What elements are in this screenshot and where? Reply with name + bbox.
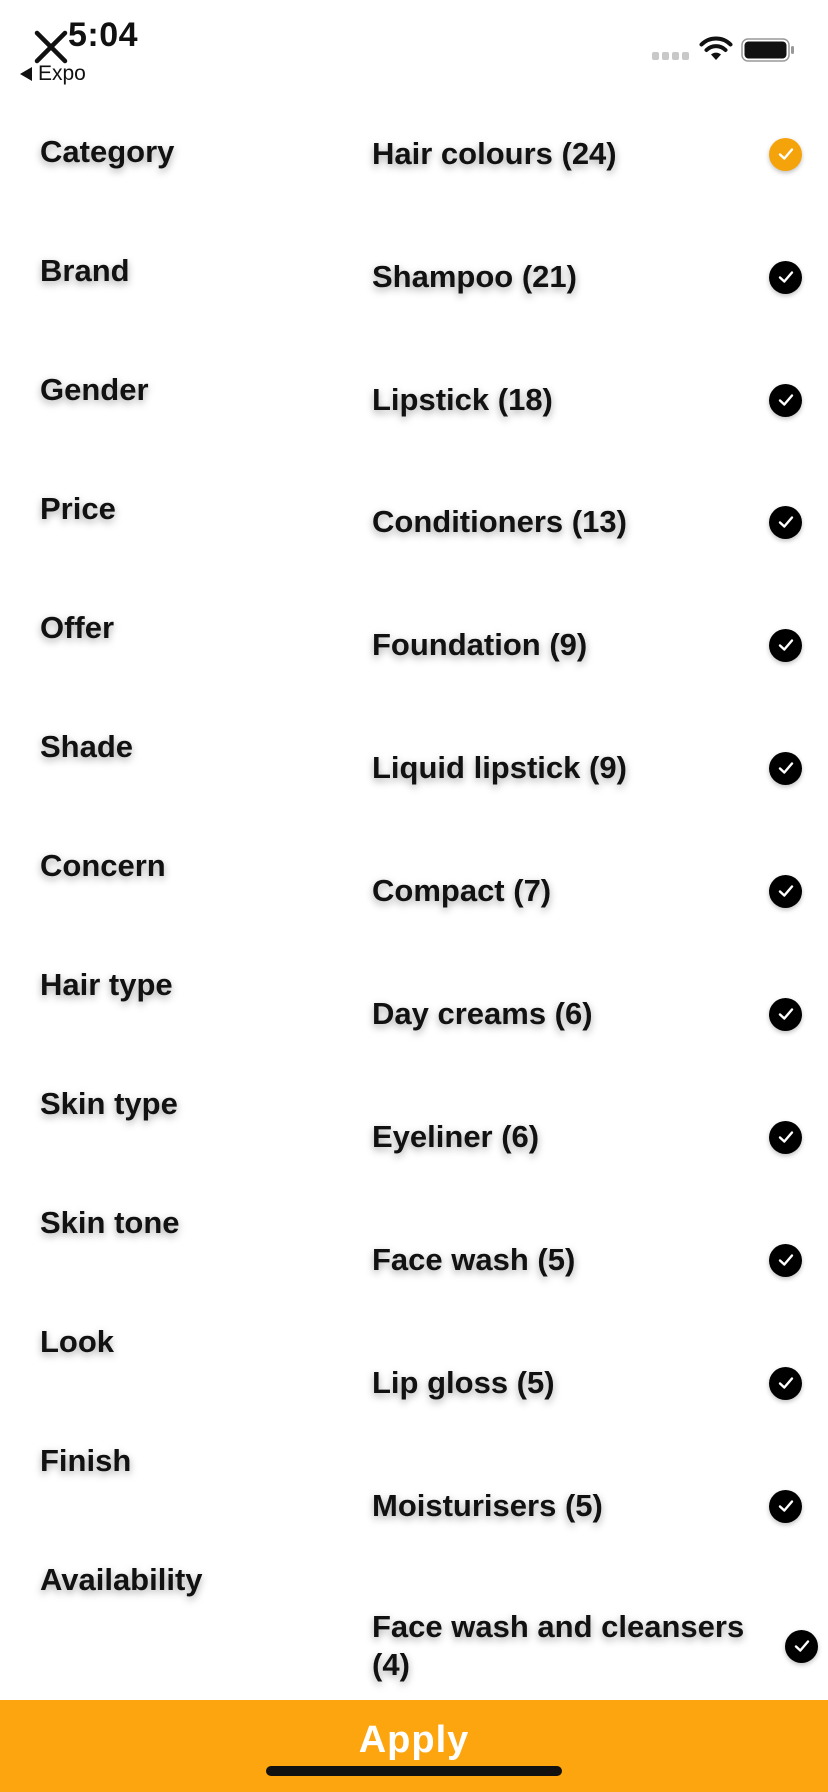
option-row[interactable]: Compact (7) (372, 870, 802, 912)
apply-button[interactable]: Apply (0, 1700, 828, 1792)
check-circle-icon (769, 1120, 802, 1154)
category-tab-hair-type[interactable]: Hair type (40, 960, 173, 1010)
option-row[interactable]: Face wash and cleansers (4) (372, 1606, 818, 1686)
option-label: Compact (7) (372, 873, 552, 908)
category-tab-shade[interactable]: Shade (40, 722, 133, 772)
option-label: Lip gloss (5) (372, 1365, 555, 1400)
category-tab-brand[interactable]: Brand (40, 246, 130, 296)
option-label: Day creams (6) (372, 996, 593, 1031)
option-row[interactable]: Liquid lipstick (9) (372, 747, 802, 789)
option-row[interactable]: Moisturisers (5) (372, 1485, 802, 1527)
wifi-icon (699, 36, 733, 60)
option-row[interactable]: Conditioners (13) (372, 501, 802, 543)
category-tab-concern[interactable]: Concern (40, 841, 166, 891)
option-label: Face wash and cleansers (4) (372, 1609, 745, 1682)
back-to-expo-link[interactable]: Expo (20, 62, 86, 86)
option-label: Foundation (9) (372, 627, 588, 662)
option-label: Shampoo (21) (372, 259, 577, 294)
check-circle-icon (769, 997, 802, 1031)
option-label: Conditioners (13) (372, 504, 627, 539)
option-label: Lipstick (18) (372, 382, 553, 417)
category-tab-offer[interactable]: Offer (40, 603, 114, 653)
check-circle-icon (769, 505, 802, 539)
option-label: Liquid lipstick (9) (372, 750, 627, 785)
option-label: Eyeliner (6) (372, 1119, 540, 1154)
option-row[interactable]: Lip gloss (5) (372, 1362, 802, 1404)
option-row[interactable]: Face wash (5) (372, 1239, 802, 1281)
battery-icon (741, 38, 794, 62)
category-tab-finish[interactable]: Finish (40, 1436, 131, 1486)
option-row[interactable]: Day creams (6) (372, 993, 802, 1035)
close-icon[interactable] (34, 30, 68, 64)
option-row[interactable]: Foundation (9) (372, 624, 802, 666)
check-circle-icon (769, 874, 802, 908)
status-time: 5:04 (68, 16, 139, 54)
option-row[interactable]: Shampoo (21) (372, 256, 802, 298)
category-tab-availability[interactable]: Availability (40, 1555, 203, 1605)
home-indicator (266, 1766, 562, 1776)
back-label: Expo (38, 62, 86, 85)
option-label: Face wash (5) (372, 1242, 576, 1277)
check-circle-icon (769, 751, 802, 785)
cellular-signal-icon (652, 52, 689, 60)
option-row[interactable]: Hair colours (24) (372, 133, 802, 175)
option-label: Moisturisers (5) (372, 1488, 603, 1523)
category-tab-skin-type[interactable]: Skin type (40, 1079, 178, 1129)
category-tab-look[interactable]: Look (40, 1317, 114, 1367)
check-circle-icon (769, 383, 802, 417)
check-circle-icon (785, 1629, 818, 1663)
check-circle-icon (769, 1489, 802, 1523)
status-bar: 5:04 Expo (0, 0, 828, 96)
check-circle-icon (769, 1366, 802, 1400)
check-circle-icon (769, 628, 802, 662)
option-row[interactable]: Lipstick (18) (372, 379, 802, 421)
category-tab-category[interactable]: Category (40, 127, 174, 177)
check-circle-icon (769, 260, 802, 294)
category-tab-skin-tone[interactable]: Skin tone (40, 1198, 180, 1248)
option-row[interactable]: Eyeliner (6) (372, 1116, 802, 1158)
check-circle-icon (769, 137, 802, 171)
back-arrow-icon (20, 67, 32, 81)
option-label: Hair colours (24) (372, 136, 617, 171)
filter-screen: 5:04 Expo Category Brand Gender Price Of… (0, 0, 828, 1792)
category-tab-gender[interactable]: Gender (40, 365, 149, 415)
category-tab-price[interactable]: Price (40, 484, 116, 534)
check-circle-icon (769, 1243, 802, 1277)
